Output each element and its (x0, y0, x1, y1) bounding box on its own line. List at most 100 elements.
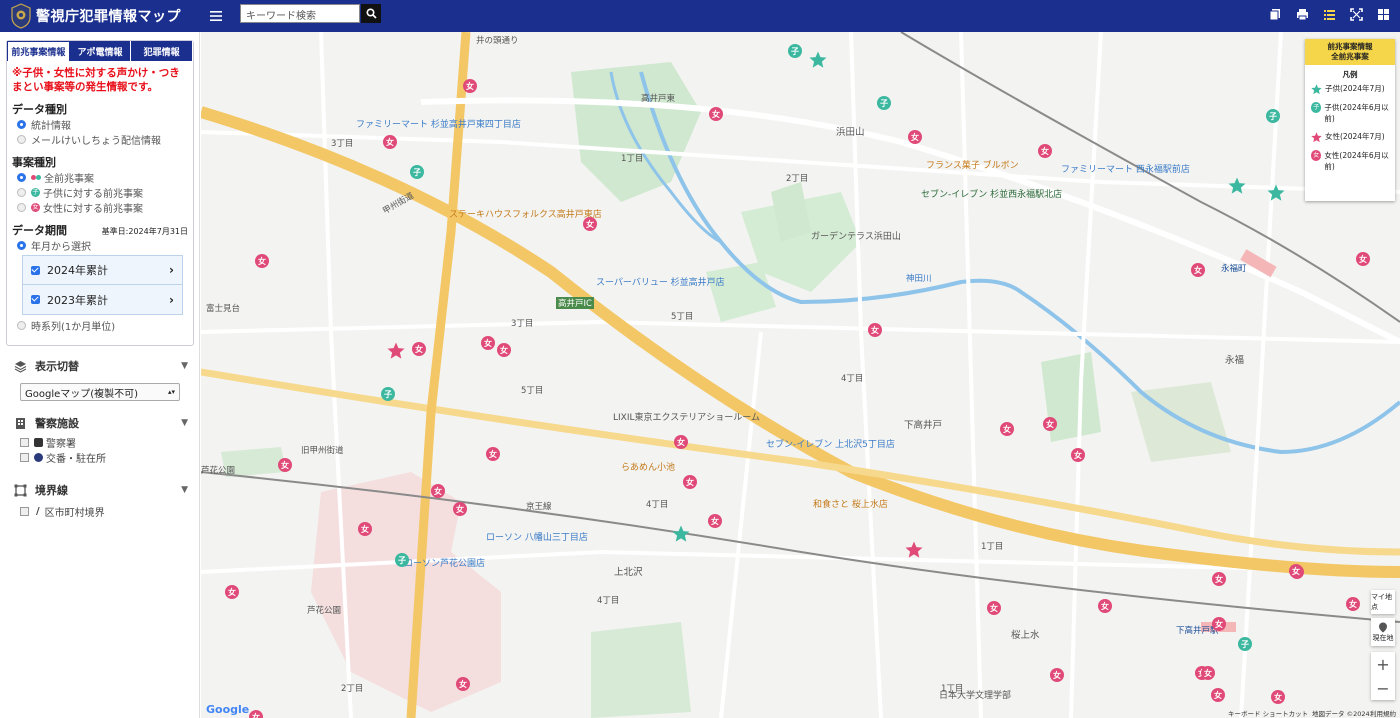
poi-label[interactable]: ガーデンテラス浜田山 (811, 229, 901, 242)
female-case-pin[interactable]: 女 (1098, 599, 1112, 613)
female-case-pin[interactable]: 女 (249, 710, 263, 718)
copy-icon[interactable] (1269, 8, 1282, 21)
female-case-pin[interactable]: 女 (255, 254, 269, 268)
radio-select-month[interactable]: 年月から選択 (7, 238, 193, 253)
female-case-pin[interactable]: 女 (456, 677, 470, 691)
female-case-pin[interactable]: 女 (674, 435, 688, 449)
poi-label[interactable]: ローソン 八幡山三丁目店 (486, 530, 588, 543)
female-case-pin[interactable]: 女 (358, 522, 372, 536)
female-case-pin[interactable]: 女 (225, 585, 239, 599)
checkbox-checked-icon[interactable] (31, 295, 40, 304)
female-case-pin[interactable]: 女 (481, 336, 495, 350)
female-case-pin[interactable]: 女 (1356, 252, 1370, 266)
female-case-pin[interactable]: 女 (463, 79, 477, 93)
map-type-select[interactable]: Googleマップ(複製不可) ▴▾ (20, 383, 180, 401)
child-case-pin[interactable]: 子 (877, 96, 891, 110)
child-star-pin[interactable] (1228, 177, 1246, 195)
year-2024-row[interactable]: 2024年累計 › (23, 256, 182, 285)
keyword-search-input[interactable]: キーワード検索 (240, 4, 360, 23)
keyboard-shortcuts-link[interactable]: キーボード ショートカット (1228, 708, 1308, 718)
hamburger-menu-icon[interactable] (209, 7, 225, 25)
child-case-pin[interactable]: 子 (381, 387, 395, 401)
female-case-pin[interactable]: 女 (1201, 666, 1215, 680)
female-case-pin[interactable]: 女 (1050, 668, 1064, 682)
zoom-in-button[interactable]: + (1376, 655, 1389, 674)
radio-child-cases[interactable]: 子子供に対する前兆事案 (7, 185, 193, 200)
female-case-pin[interactable]: 女 (278, 458, 292, 472)
female-case-pin[interactable]: 女 (431, 484, 445, 498)
checkbox-checked-icon[interactable] (31, 265, 40, 275)
child-case-pin[interactable]: 子 (1266, 109, 1280, 123)
search-button[interactable] (361, 4, 381, 23)
grid-icon[interactable] (1377, 8, 1390, 21)
poi-label[interactable]: LIXIL東京エクステリアショールーム (613, 410, 760, 423)
map-canvas[interactable]: 3丁目 高井戸東 浜田山 1丁目 2丁目 3丁目 5丁目 5丁目 4丁目 4丁目… (201, 32, 1400, 718)
poi-label[interactable]: ステーキハウスフォルクス高井戸東店 (449, 207, 602, 220)
female-case-pin[interactable]: 女 (1271, 690, 1285, 704)
female-case-pin[interactable]: 女 (1000, 422, 1014, 436)
poi-label[interactable]: セブン-イレブン 杉並西永福駅北店 (921, 187, 1062, 200)
police-toggle[interactable]: 警察施設 ▼ (14, 415, 188, 431)
child-star-pin[interactable] (672, 525, 690, 543)
poi-label[interactable]: 和食さと 桜上水店 (813, 497, 888, 510)
female-star-pin[interactable] (387, 342, 405, 360)
radio-mail[interactable]: メールけいしちょう配信情報 (7, 132, 193, 147)
chevron-right-icon[interactable]: › (169, 263, 174, 277)
koban-checkbox[interactable]: 交番・駐在所 (20, 450, 188, 465)
poi-label[interactable]: セブン-イレブン 上北沢5丁目店 (766, 437, 895, 450)
radio-female-cases[interactable]: 女女性に対する前兆事案 (7, 200, 193, 215)
print-icon[interactable] (1296, 8, 1309, 21)
female-case-pin[interactable]: 女 (868, 323, 882, 337)
female-case-pin[interactable]: 女 (1289, 564, 1303, 578)
child-case-pin[interactable]: 子 (395, 553, 409, 567)
zoom-out-button[interactable]: − (1376, 679, 1389, 698)
poi-label[interactable]: 日本大学文理学部 (939, 688, 1011, 701)
radio-all-cases[interactable]: 全前兆事案 (7, 170, 193, 185)
female-case-pin[interactable]: 女 (412, 342, 426, 356)
female-case-pin[interactable]: 女 (1346, 597, 1360, 611)
tab-apoden[interactable]: アポ電情報 (69, 41, 132, 61)
female-case-pin[interactable]: 女 (453, 502, 467, 516)
female-case-pin[interactable]: 女 (908, 130, 922, 144)
female-case-pin[interactable]: 女 (709, 107, 723, 121)
female-star-pin[interactable] (905, 541, 923, 559)
tab-crime[interactable]: 犯罪情報 (131, 41, 194, 61)
police-station-checkbox[interactable]: 警察署 (20, 435, 188, 450)
child-star-pin[interactable] (1267, 184, 1285, 202)
poi-label[interactable]: らあめん小池 (621, 460, 675, 473)
fullscreen-icon[interactable] (1350, 8, 1363, 21)
female-case-pin[interactable]: 女 (683, 475, 697, 489)
child-case-pin[interactable]: 子 (788, 44, 802, 58)
female-case-pin[interactable]: 女 (497, 343, 511, 357)
female-case-pin[interactable]: 女 (708, 514, 722, 528)
poi-label[interactable]: フランス菓子 ブルボン (926, 158, 1019, 171)
female-case-pin[interactable]: 女 (1212, 617, 1226, 631)
my-location-button[interactable]: マイ地点 (1371, 590, 1395, 614)
female-case-pin[interactable]: 女 (1191, 263, 1205, 277)
boundary-toggle[interactable]: 境界線 ▼ (14, 482, 188, 498)
female-case-pin[interactable]: 女 (987, 601, 1001, 615)
child-star-pin[interactable] (809, 51, 827, 69)
female-case-pin[interactable]: 女 (1043, 417, 1057, 431)
female-case-pin[interactable]: 女 (1211, 688, 1225, 702)
poi-label[interactable]: ファミリーマート 杉並高井戸東四丁目店 (356, 117, 521, 130)
female-case-pin[interactable]: 女 (1071, 448, 1085, 462)
female-case-pin[interactable]: 女 (486, 447, 500, 461)
child-case-pin[interactable]: 子 (410, 165, 424, 179)
chevron-right-icon[interactable]: › (169, 293, 174, 307)
current-location-button[interactable]: 現在地 (1371, 618, 1395, 646)
female-case-pin[interactable]: 女 (583, 217, 597, 231)
display-toggle[interactable]: 表示切替 ▼ (14, 358, 188, 374)
radio-timeseries[interactable]: 時系列(1か月単位) (7, 318, 193, 333)
female-case-pin[interactable]: 女 (1212, 572, 1226, 586)
child-case-pin[interactable]: 子 (1238, 637, 1252, 651)
year-2023-row[interactable]: 2023年累計 › (23, 285, 182, 314)
female-case-pin[interactable]: 女 (1038, 144, 1052, 158)
radio-statistics[interactable]: 統計情報 (7, 117, 193, 132)
female-case-pin[interactable]: 女 (383, 135, 397, 149)
poi-label[interactable]: ファミリーマート 西永福駅前店 (1061, 162, 1190, 175)
tab-precursor[interactable]: 前兆事案情報 (7, 41, 70, 61)
poi-label[interactable]: ローソン芦花公園店 (404, 556, 485, 569)
list-icon[interactable] (1323, 8, 1336, 21)
city-boundary-checkbox[interactable]: / 区市町村境界 (20, 504, 188, 519)
